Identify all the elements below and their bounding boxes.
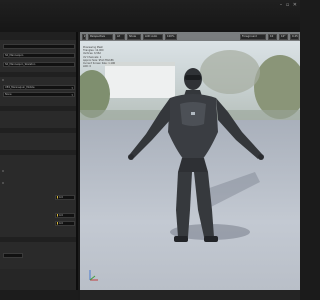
scale-snap-button[interactable]: 0.25 [290, 33, 299, 40]
character-mesh[interactable] [80, 32, 300, 290]
maximize-icon[interactable]: ▫ [286, 2, 290, 8]
translation-x-field[interactable]: ▌0.0 [55, 195, 75, 200]
skeleton-field[interactable]: SK_Mannequin_Skeleton [3, 62, 75, 67]
search-field[interactable] [3, 44, 75, 49]
character-left-foot [174, 236, 188, 242]
translation-y-field[interactable]: ▌0.0 [55, 213, 75, 218]
window-controls[interactable]: – ▫ ✕ [280, 2, 298, 8]
title-bar: – ▫ ✕ [0, 0, 300, 32]
property-combo-2[interactable]: None [3, 92, 75, 97]
section-header-2 [0, 106, 76, 111]
section-header [0, 72, 76, 77]
chest-light [191, 112, 195, 115]
expand-icon-2[interactable] [2, 170, 4, 172]
viewport[interactable]: ▾ Perspective Lit Show LOD Auto 100% For… [80, 32, 300, 290]
viewport-stats: Previewing Mesh Triangles: 12,000 Vertic… [83, 46, 116, 69]
mesh-name-field[interactable]: SK_Mannequin [3, 53, 75, 58]
minimize-icon[interactable]: – [280, 2, 284, 8]
translation-z-value: 0.0 [58, 222, 63, 225]
expand-icon-3[interactable] [2, 182, 4, 184]
lit-button[interactable]: Lit [115, 33, 125, 40]
foreground-button[interactable]: Foreground [240, 33, 266, 40]
translation-y-value: 0.0 [58, 214, 63, 217]
close-icon[interactable]: ✕ [293, 2, 298, 8]
character-right-arm [216, 98, 262, 159]
section-header-5 [0, 237, 76, 242]
perspective-button[interactable]: Perspective [88, 33, 113, 40]
panel-header [0, 32, 76, 40]
show-button[interactable]: Show [127, 33, 141, 40]
speed-button[interactable]: 100% [165, 33, 177, 40]
character-visor [185, 75, 201, 80]
lod-button[interactable]: LOD Auto [143, 33, 163, 40]
character-left-arm [130, 98, 170, 158]
status-bar [80, 290, 300, 300]
viewport-menu-button[interactable]: ▾ [82, 33, 86, 40]
section-header-4 [0, 150, 76, 155]
axis-gizmo-icon [89, 270, 98, 281]
character-left-hand [128, 154, 134, 160]
property-combo[interactable]: UE4_Mannequin_Mobile [3, 85, 75, 90]
viewport-toolbar: ▾ Perspective Lit Show LOD Auto 100% For… [80, 32, 300, 41]
grid-snap-button[interactable]: 10 [268, 33, 277, 40]
angle-snap-button[interactable]: 10° [279, 33, 288, 40]
character-right-hand [258, 154, 264, 160]
status-bar-left [0, 290, 78, 300]
expand-icon[interactable] [2, 79, 4, 81]
section-header-3 [0, 128, 76, 133]
character-hips [178, 158, 208, 172]
asset-field[interactable] [3, 253, 23, 258]
character-right-foot [204, 236, 218, 242]
details-panel: SK_Mannequin SK_Mannequin_Skeleton UE4_M… [0, 32, 78, 300]
translation-x-value: 0.0 [58, 196, 63, 199]
translation-z-field[interactable]: ▌0.0 [55, 221, 75, 226]
